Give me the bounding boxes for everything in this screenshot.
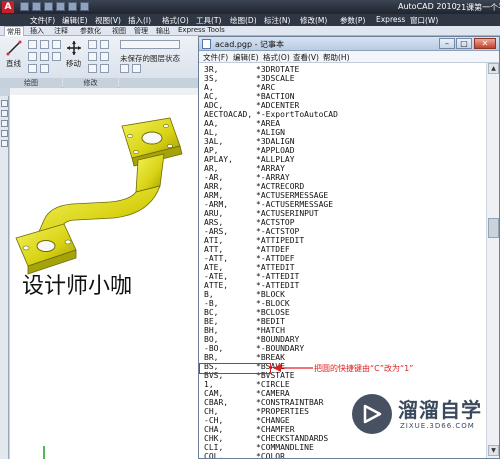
layer-freeze-icon[interactable] [120,64,129,73]
tab-output[interactable]: 输出 [156,26,170,36]
tab-parametric[interactable]: 参数化 [80,26,101,36]
tab-annotate[interactable]: 注释 [54,26,68,36]
open-file-icon[interactable] [32,2,41,11]
draw-panel-label: 绘图 [24,79,38,87]
toolbar-button[interactable] [1,120,8,127]
scroll-down-icon[interactable]: ▼ [488,445,499,456]
viewport-label-bar [10,88,200,95]
modify-panel-footer[interactable]: 修改 [63,78,118,88]
copy-icon[interactable] [88,52,97,61]
polyline-icon[interactable] [28,40,37,49]
trim-icon[interactable] [100,40,109,49]
menu-tools[interactable]: 工具(T) [196,15,221,26]
np-menu-edit[interactable]: 编辑(E) [233,52,259,63]
layer-dropdown[interactable] [120,40,180,49]
gradient-icon[interactable] [52,52,61,61]
redo-icon[interactable] [68,2,77,11]
acad-title-bar: A AutoCAD 2010 21课第一个平 [0,0,500,14]
menu-view[interactable]: 视图(V) [95,15,121,26]
brand-watermark: 溜溜自学 ZIXUE.3D66.COM [352,386,492,446]
undo-icon[interactable] [56,2,65,11]
scroll-thumb[interactable] [488,218,499,238]
circle-icon[interactable] [40,40,49,49]
np-menu-help[interactable]: 帮助(H) [323,52,350,63]
layer-state-label[interactable]: 未保存的图层状态 [120,53,180,64]
notepad-menubar: 文件(F) 编辑(E) 格式(O) 查看(V) 帮助(H) [199,51,499,63]
tab-manage[interactable]: 管理 [134,26,148,36]
toolbar-button[interactable] [1,130,8,137]
tab-express-tools[interactable]: Express Tools [178,26,225,34]
ribbon-panel: 直线 移动 未保存的图层状态 绘图 修改 [0,36,200,88]
ellipse-icon[interactable] [28,64,37,73]
maximize-button[interactable]: □ [456,38,472,49]
mirror-icon[interactable] [100,52,109,61]
scroll-up-icon[interactable]: ▲ [488,63,499,74]
layers-panel-footer[interactable] [119,78,200,88]
brand-name: 溜溜自学 [398,398,482,422]
menu-format[interactable]: 格式(O) [162,15,189,26]
document-title: 21课第一个平 [456,3,500,12]
hatch-icon[interactable] [40,52,49,61]
menu-window[interactable]: 窗口(W) [410,15,438,26]
menu-draw[interactable]: 绘图(D) [230,15,257,26]
line-tool-label: 直线 [6,59,21,68]
annotation-text: 把圆的快捷键由“C”改为“1” [314,364,414,373]
move-tool-label: 移动 [66,59,81,68]
rectangle-icon[interactable] [28,52,37,61]
np-menu-view[interactable]: 查看(V) [293,52,319,63]
drawing-overlay-text: 设计师小咖 [22,274,133,299]
command-text: *COLOR [256,452,285,458]
menu-modify[interactable]: 修改(M) [300,15,327,26]
brand-url: ZIXUE.3D66.COM [400,422,475,430]
highlight-box [199,363,271,374]
new-file-icon[interactable] [20,2,29,11]
menu-express[interactable]: Express [376,15,405,24]
move-tool-icon[interactable] [66,40,82,56]
menu-file[interactable]: 文件(F) [30,15,55,26]
menu-insert[interactable]: 插入(I) [128,15,151,26]
app-title: AutoCAD 2010 [398,2,457,11]
arc-icon[interactable] [52,40,61,49]
rotate-icon[interactable] [88,40,97,49]
brand-logo-icon [352,394,392,434]
stretch-icon[interactable] [88,64,97,73]
toolbar-button[interactable] [1,110,8,117]
toolbar-button[interactable] [1,100,8,107]
autocad-logo-icon[interactable]: A [2,1,14,13]
annotation-arrow-icon [273,364,313,372]
close-button[interactable]: ✕ [474,38,496,49]
np-menu-format[interactable]: 格式(O) [263,52,290,63]
notepad-title: acad.pgp - 记事本 [215,40,285,49]
menu-dimension[interactable]: 标注(N) [264,15,290,26]
notepad-icon [202,39,211,49]
layer-lock-icon[interactable] [132,64,141,73]
tab-view[interactable]: 视图 [112,26,126,36]
plot-icon[interactable] [80,2,89,11]
toolbar-button[interactable] [1,140,8,147]
menu-edit[interactable]: 编辑(E) [62,15,88,26]
tab-insert[interactable]: 插入 [30,26,44,36]
scale-icon[interactable] [100,64,109,73]
line-tool-icon[interactable] [6,40,22,56]
notepad-title-bar[interactable]: acad.pgp - 记事本 – □ ✕ [199,37,499,51]
region-icon[interactable] [40,64,49,73]
alias-text: COL, [204,452,224,458]
left-toolbar [0,96,9,459]
save-file-icon[interactable] [44,2,53,11]
minimize-button[interactable]: – [439,38,455,49]
ribbon-tabs: 常用 插入 注释 参数化 视图 管理 输出 Express Tools [0,26,500,37]
menu-parametric[interactable]: 参数(P) [340,15,365,26]
modify-panel-label: 修改 [83,79,98,87]
acad-menubar: 文件(F) 编辑(E) 视图(V) 插入(I) 格式(O) 工具(T) 绘图(D… [0,14,500,26]
draw-panel-footer[interactable]: 绘图 [0,78,62,88]
np-menu-file[interactable]: 文件(F) [203,52,228,63]
